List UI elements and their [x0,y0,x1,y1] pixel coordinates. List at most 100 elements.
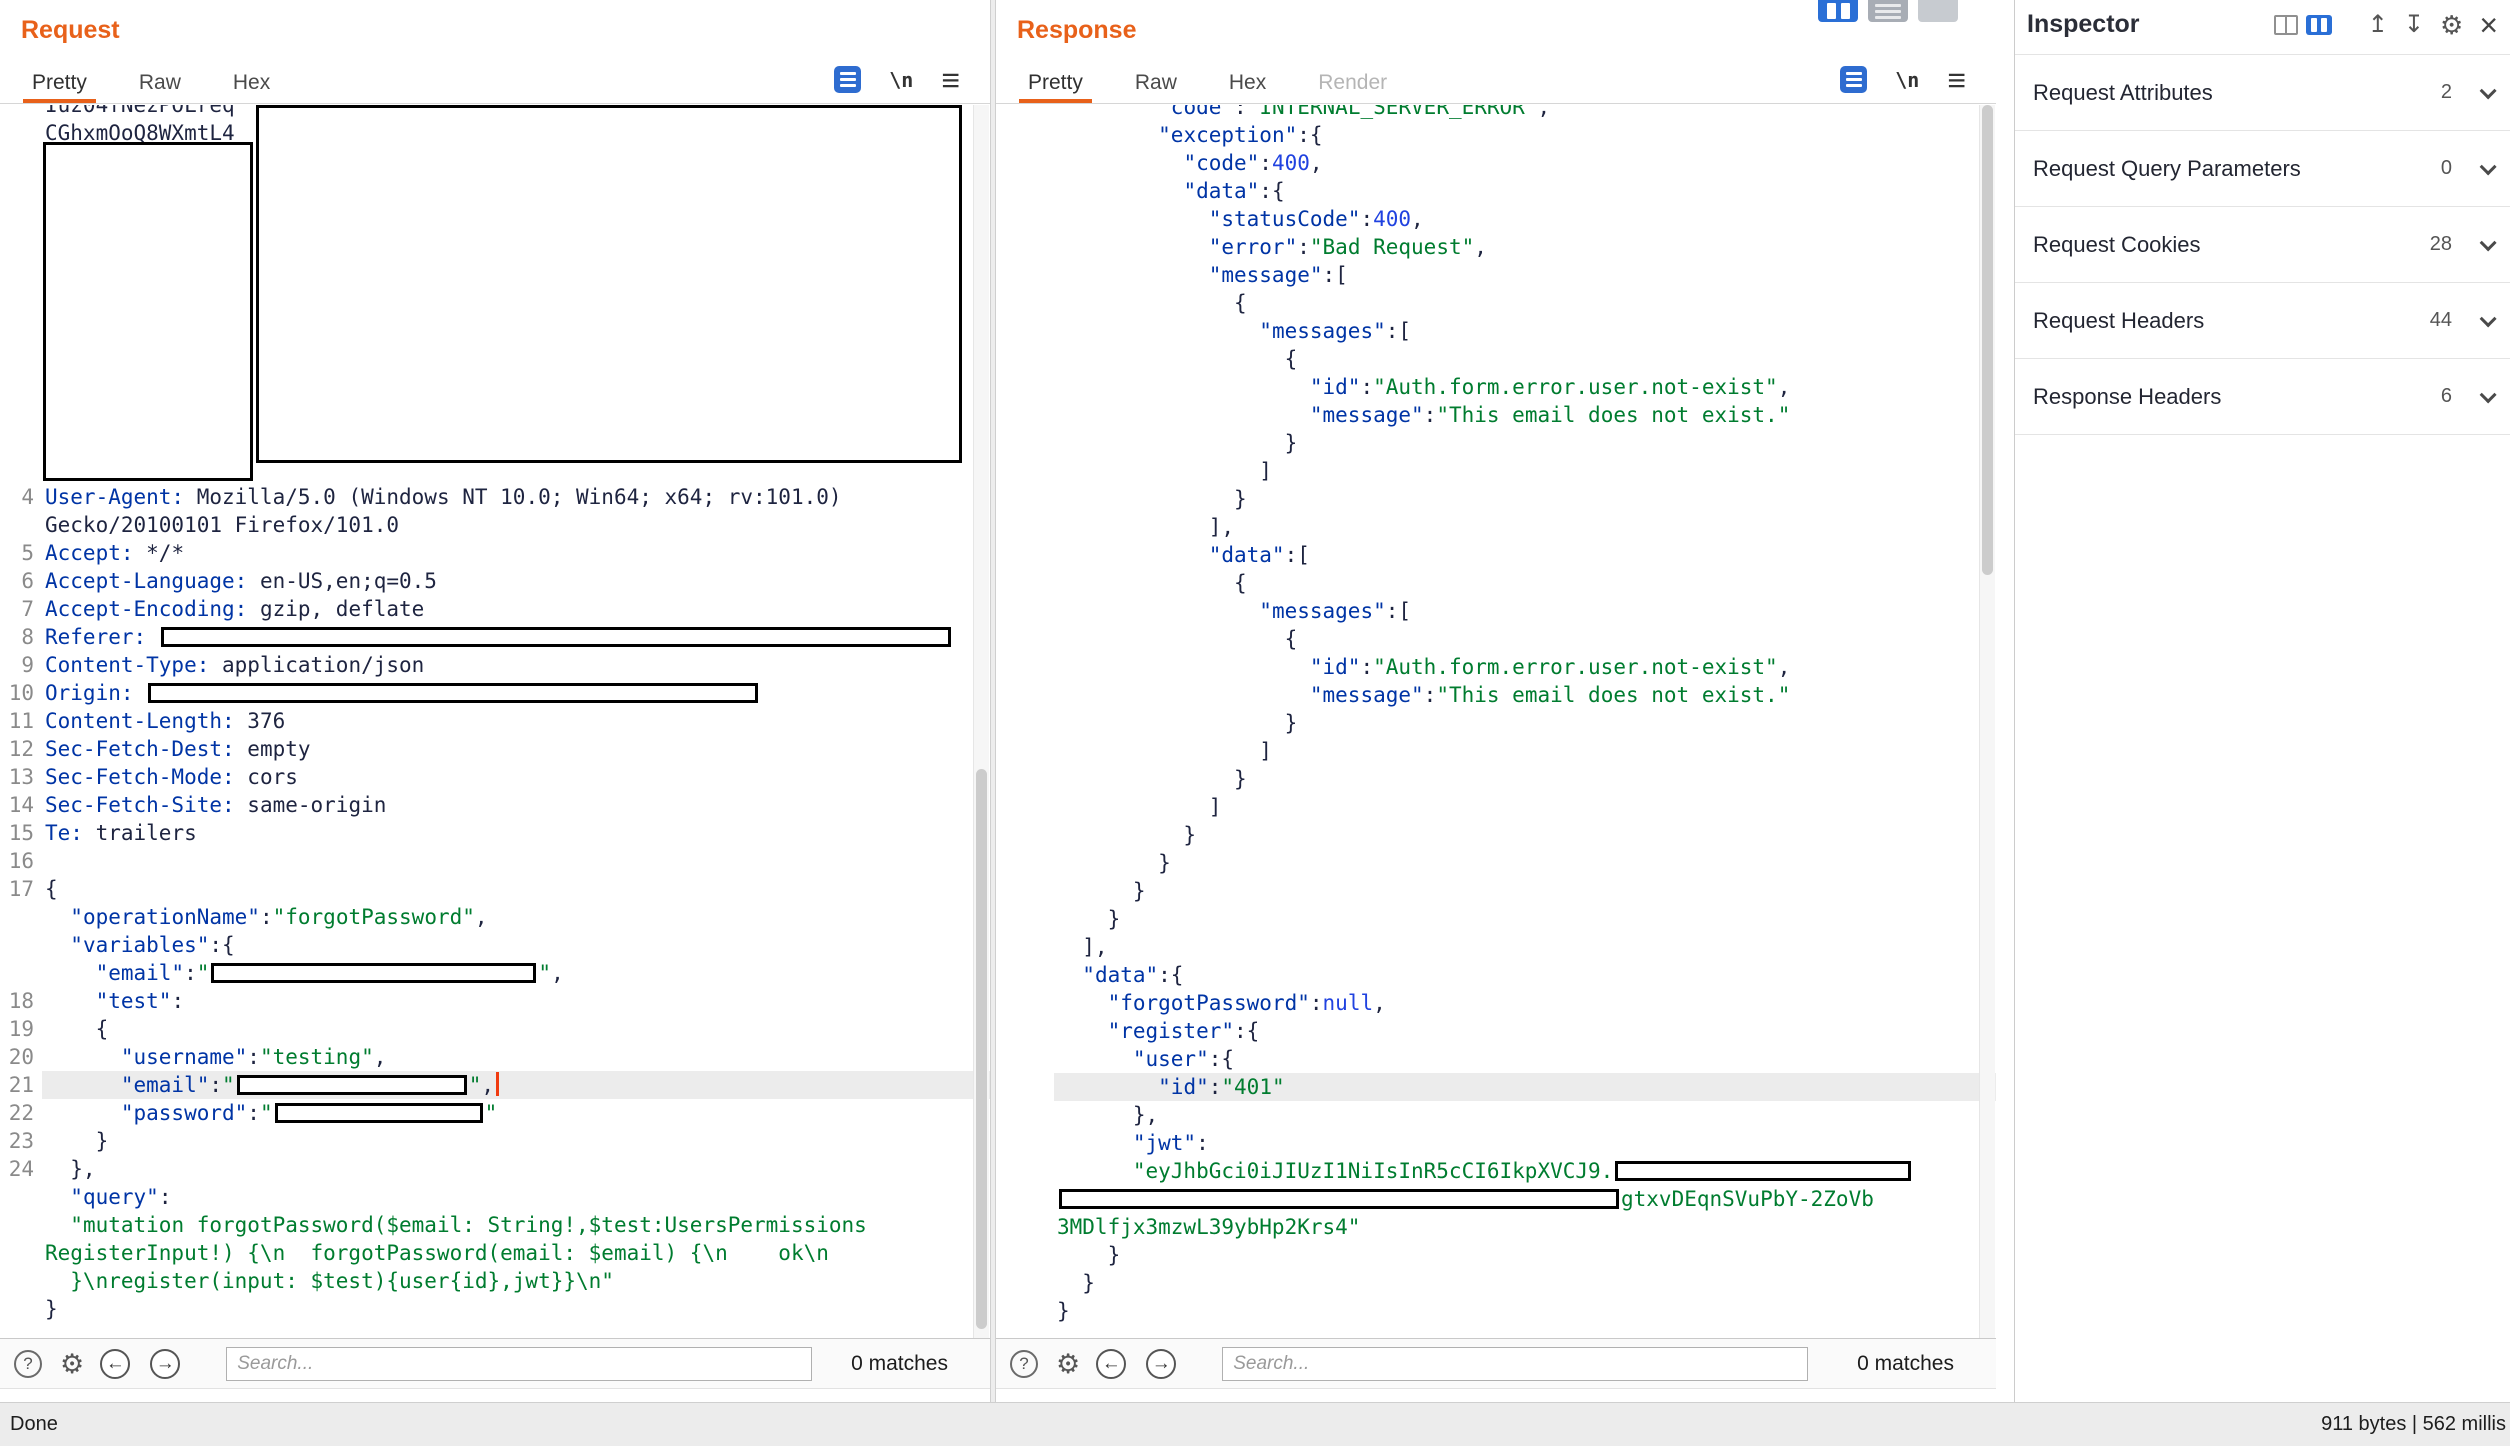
code-line[interactable]: { [996,569,1996,597]
code-line[interactable]: 7Accept-Encoding: gzip, deflate [0,595,990,623]
stacked-view-icon[interactable] [1868,0,1908,22]
code-line[interactable]: } [996,905,1996,933]
code-line[interactable]: "id":"Auth.form.error.user.not-exist", [996,373,1996,401]
split-view-icon[interactable] [1818,0,1858,22]
code-line[interactable]: } [996,485,1996,513]
code-line[interactable]: "user":{ [996,1045,1996,1073]
code-line[interactable]: 6Accept-Language: en-US,en;q=0.5 [0,567,990,595]
tab-raw[interactable]: Raw [1109,64,1203,103]
code-line[interactable]: "code":"INTERNAL_SERVER_ERROR", [996,105,1996,121]
request-scrollbar[interactable] [973,105,989,1338]
code-line[interactable]: "jwt": [996,1129,1996,1157]
code-line[interactable]: 18 "test": [0,987,990,1015]
code-line[interactable]: "email":"", [0,959,990,987]
table-view-icon[interactable] [2274,15,2298,35]
code-line[interactable]: "message":"This email does not exist." [996,681,1996,709]
code-line[interactable]: 17{ [0,875,990,903]
code-line[interactable]: "message":[ [996,261,1996,289]
code-line[interactable]: 3MDlfjx3mzwL39ybHp2Krs4" [996,1213,1996,1241]
code-line[interactable]: ] [996,737,1996,765]
code-line[interactable]: ] [996,793,1996,821]
inspector-settings-gear-icon[interactable]: ⚙ [2440,12,2463,38]
code-line[interactable]: "variables":{ [0,931,990,959]
code-line[interactable]: { [996,625,1996,653]
code-line[interactable]: } [996,1297,1996,1325]
inspector-section-request-attributes[interactable]: Request Attributes2 [2015,55,2510,131]
pretty-print-icon[interactable] [1840,66,1867,93]
response-scrollbar[interactable] [1979,105,1995,1338]
tab-raw[interactable]: Raw [113,64,207,103]
code-line[interactable]: } [996,765,1996,793]
code-line[interactable]: gtxvDEqnSVuPbY-2ZoVb [996,1185,1996,1213]
code-line[interactable]: "data":{ [996,177,1996,205]
code-line[interactable]: Gecko/20100101 Firefox/101.0 [0,511,990,539]
editor-menu-icon[interactable]: ≡ [1947,67,1966,93]
code-line[interactable]: "query": [0,1183,990,1211]
code-line[interactable]: 20 "username":"testing", [0,1043,990,1071]
editor-menu-icon[interactable]: ≡ [941,67,960,93]
code-line[interactable]: "id":"Auth.form.error.user.not-exist", [996,653,1996,681]
code-line[interactable]: } [996,849,1996,877]
code-line[interactable]: 15Te: trailers [0,819,990,847]
inspector-section-request-query-parameters[interactable]: Request Query Parameters0 [2015,131,2510,207]
code-line[interactable]: 5Accept: */* [0,539,990,567]
response-editor[interactable]: "code":"INTERNAL_SERVER_ERROR", "excepti… [996,105,1996,1338]
code-line[interactable]: "statusCode":400, [996,205,1996,233]
code-line[interactable]: "operationName":"forgotPassword", [0,903,990,931]
code-line[interactable]: 8Referer: [0,623,990,651]
code-line[interactable]: } [996,1241,1996,1269]
search-settings-gear-icon[interactable]: ⚙ [1056,1350,1080,1378]
code-line[interactable]: 22 "password":"" [0,1099,990,1127]
tab-hex[interactable]: Hex [1203,64,1292,103]
code-line[interactable]: }\nregister(input: $test){user{id},jwt}}… [0,1267,990,1295]
tab-pretty[interactable]: Pretty [1002,64,1109,103]
previous-match-button[interactable]: ← [100,1349,130,1379]
code-line[interactable]: 12Sec-Fetch-Dest: empty [0,735,990,763]
code-line[interactable]: ], [996,513,1996,541]
inspector-section-request-cookies[interactable]: Request Cookies28 [2015,207,2510,283]
newline-toggle-icon[interactable]: \n [1895,68,1919,92]
code-line[interactable]: ], [996,933,1996,961]
code-line[interactable]: 14Sec-Fetch-Site: same-origin [0,791,990,819]
code-line[interactable]: }, [996,1101,1996,1129]
code-line[interactable]: { [996,289,1996,317]
help-icon[interactable]: ? [14,1350,42,1378]
code-line[interactable]: } [996,1269,1996,1297]
newline-toggle-icon[interactable]: \n [889,68,913,92]
inspector-section-request-headers[interactable]: Request Headers44 [2015,283,2510,359]
code-line[interactable]: "forgotPassword":null, [996,989,1996,1017]
code-line[interactable]: 21 "email":"", [0,1071,990,1099]
code-line[interactable]: 11Content-Length: 376 [0,707,990,735]
code-line[interactable]: "data":{ [996,961,1996,989]
code-line[interactable]: } [0,1295,990,1323]
code-line[interactable]: "messages":[ [996,597,1996,625]
code-line[interactable]: "error":"Bad Request", [996,233,1996,261]
code-line[interactable]: } [996,709,1996,737]
code-line[interactable]: "message":"This email does not exist." [996,401,1996,429]
code-line[interactable]: "code":400, [996,149,1996,177]
code-line[interactable]: 10Origin: [0,679,990,707]
code-line[interactable]: 19 { [0,1015,990,1043]
search-input[interactable] [226,1347,812,1381]
search-input[interactable] [1222,1347,1808,1381]
code-line[interactable]: 13Sec-Fetch-Mode: cors [0,763,990,791]
close-icon[interactable]: × [2479,12,2498,38]
scrollbar-thumb[interactable] [976,769,987,1329]
request-editor[interactable]: Iuz04fNezPOLreqCGhxmOoQ8WXmtL44User-Agen… [0,105,990,1338]
code-line[interactable]: } [996,821,1996,849]
tab-pretty[interactable]: Pretty [6,64,113,103]
code-line[interactable]: 16 [0,847,990,875]
code-line[interactable]: 23 } [0,1127,990,1155]
code-line[interactable]: 4User-Agent: Mozilla/5.0 (Windows NT 10.… [0,483,990,511]
split-view-icon[interactable] [2306,15,2332,35]
code-line[interactable]: "data":[ [996,541,1996,569]
code-line[interactable]: } [996,877,1996,905]
code-line[interactable]: "mutation forgotPassword($email: String!… [0,1211,990,1239]
code-line[interactable]: "id":"401" [996,1073,1996,1101]
next-match-button[interactable]: → [1146,1349,1176,1379]
expand-all-icon[interactable]: ↧ [2404,13,2424,37]
scrollbar-thumb[interactable] [1982,105,1993,575]
pretty-print-icon[interactable] [834,66,861,93]
code-line[interactable]: "messages":[ [996,317,1996,345]
inspector-section-response-headers[interactable]: Response Headers6 [2015,359,2510,435]
